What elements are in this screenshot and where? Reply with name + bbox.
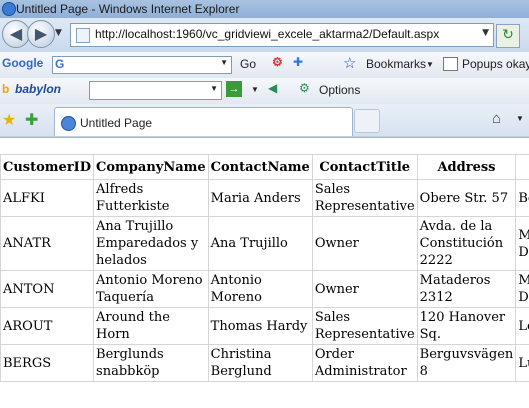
home-dropdown-icon[interactable]: ▼ xyxy=(516,114,524,123)
customers-grid: CustomerID CompanyName ContactName Conta… xyxy=(0,154,529,382)
column-header: CustomerID xyxy=(1,155,94,180)
ie-icon xyxy=(2,2,16,16)
cell-city: Berlin xyxy=(516,180,529,217)
google-search-dropdown-icon[interactable]: ▼ xyxy=(220,58,228,67)
cell-company-name: Antonio Moreno Taquería xyxy=(94,271,209,308)
column-header: CompanyName xyxy=(94,155,209,180)
cell-city: México D.F. xyxy=(516,271,529,308)
back-arrow-icon: ◀ xyxy=(10,24,22,43)
babylon-search-input[interactable]: ▼ xyxy=(89,81,222,100)
ie-page-icon xyxy=(61,116,76,131)
cell-contact-name: Thomas Hardy xyxy=(208,308,312,345)
page-content: CustomerID CompanyName ContactName Conta… xyxy=(0,137,529,408)
back-button[interactable]: ◀ xyxy=(2,20,30,48)
page-icon xyxy=(76,28,90,43)
cell-contact-name: Maria Anders xyxy=(208,180,312,217)
cell-contact-title: Owner xyxy=(312,217,417,271)
cell-contact-title: Sales Representative xyxy=(312,180,417,217)
cell-customer-id: ALFKI xyxy=(1,180,94,217)
cell-address: Obere Str. 57 xyxy=(417,180,516,217)
cell-company-name: Berglunds snabbköp xyxy=(94,345,209,382)
table-row: AROUT Around the Horn Thomas Hardy Sales… xyxy=(1,308,529,345)
cell-customer-id: ANTON xyxy=(1,271,94,308)
babylon-toolbar: b babylon ▼ → ▼ ◀ ⚙ Options xyxy=(0,78,529,105)
forward-button[interactable]: ▶ xyxy=(27,20,55,48)
cell-contact-name: Ana Trujillo xyxy=(208,217,312,271)
google-g-icon: G xyxy=(55,57,64,71)
navigation-bar: ◀ ▶ ▼ http://localhost:1960/vc_gridviewi… xyxy=(0,18,529,52)
title-bar: Untitled Page - Windows Internet Explore… xyxy=(0,0,529,18)
google-search-input[interactable]: G ▼ xyxy=(52,56,232,74)
bookmarks-dropdown-icon[interactable]: ▼ xyxy=(426,60,434,69)
grid-header-row: CustomerID CompanyName ContactName Conta… xyxy=(1,155,529,180)
cell-customer-id: ANATR xyxy=(1,217,94,271)
cell-company-name: Ana Trujillo Emparedados y helados xyxy=(94,217,209,271)
options-icon[interactable]: ⚙ xyxy=(299,81,310,95)
column-header: Address xyxy=(417,155,516,180)
babylon-go-icon[interactable]: → xyxy=(226,81,242,97)
window-title: Untitled Page - Windows Internet Explore… xyxy=(16,2,239,16)
add-favorites-icon[interactable]: ✚ xyxy=(25,110,38,130)
address-url[interactable]: http://localhost:1960/vc_gridviewi_excel… xyxy=(95,27,439,41)
cell-contact-name: Antonio Moreno xyxy=(208,271,312,308)
cell-address: 120 Hanover Sq. xyxy=(417,308,516,345)
table-row: ALFKI Alfreds Futterkiste Maria Anders S… xyxy=(1,180,529,217)
home-icon[interactable]: ⌂ xyxy=(492,110,501,127)
babylon-dropdown-icon[interactable]: ▼ xyxy=(210,84,218,93)
tab-bar: ★ ✚ Untitled Page ⌂ ▼ xyxy=(0,104,529,137)
cell-city: London xyxy=(516,308,529,345)
new-tab-button[interactable] xyxy=(354,109,380,133)
cell-city: Luleå xyxy=(516,345,529,382)
cell-company-name: Around the Horn xyxy=(94,308,209,345)
forward-arrow-icon: ▶ xyxy=(35,24,47,43)
toolbar-options-icon[interactable]: ⚙ xyxy=(272,55,283,69)
google-logo[interactable]: Google xyxy=(2,56,43,70)
refresh-button[interactable]: ↻ xyxy=(496,24,520,48)
column-header: City xyxy=(516,155,529,180)
table-row: ANTON Antonio Moreno Taquería Antonio Mo… xyxy=(1,271,529,308)
tab-untitled-page[interactable]: Untitled Page xyxy=(54,107,353,136)
babylon-go-dropdown-icon[interactable]: ▼ xyxy=(251,85,259,94)
cell-address: Berguvsvägen 8 xyxy=(417,345,516,382)
cell-contact-title: Sales Representative xyxy=(312,308,417,345)
popup-blocker-icon xyxy=(443,57,458,71)
cell-contact-name: Christina Berglund xyxy=(208,345,312,382)
column-header: ContactName xyxy=(208,155,312,180)
cell-address: Mataderos 2312 xyxy=(417,271,516,308)
speaker-icon[interactable]: ◀ xyxy=(268,81,277,95)
toolbar-pagerank-icon[interactable]: ✚ xyxy=(293,55,303,69)
address-dropdown-icon[interactable]: ▼ xyxy=(482,28,489,38)
babylon-b-icon: b xyxy=(2,82,9,96)
tab-label: Untitled Page xyxy=(80,116,152,130)
babylon-logo[interactable]: babylon xyxy=(15,82,61,96)
google-toolbar: Google G ▼ Go ⚙ ✚ ☆ Bookmarks ▼ Popups o… xyxy=(0,52,529,79)
babylon-options-button[interactable]: Options xyxy=(319,83,360,97)
cell-company-name: Alfreds Futterkiste xyxy=(94,180,209,217)
cell-address: Avda. de la Constitución 2222 xyxy=(417,217,516,271)
bookmarks-menu[interactable]: Bookmarks xyxy=(366,57,426,71)
google-go-button[interactable]: Go xyxy=(240,57,256,71)
cell-contact-title: Owner xyxy=(312,271,417,308)
bookmark-star-icon[interactable]: ☆ xyxy=(343,54,356,72)
cell-customer-id: BERGS xyxy=(1,345,94,382)
table-row: ANATR Ana Trujillo Emparedados y helados… xyxy=(1,217,529,271)
cell-customer-id: AROUT xyxy=(1,308,94,345)
cell-contact-title: Order Administrator xyxy=(312,345,417,382)
popups-okay-button[interactable]: Popups okay xyxy=(462,57,529,71)
cell-city: México D.F. xyxy=(516,217,529,271)
favorites-star-icon[interactable]: ★ xyxy=(2,110,16,130)
recent-pages-dropdown-icon[interactable]: ▼ xyxy=(55,28,62,38)
table-row: BERGS Berglunds snabbköp Christina Bergl… xyxy=(1,345,529,382)
address-bar[interactable]: http://localhost:1960/vc_gridviewi_excel… xyxy=(70,23,494,47)
column-header: ContactTitle xyxy=(312,155,417,180)
refresh-icon: ↻ xyxy=(502,27,514,43)
